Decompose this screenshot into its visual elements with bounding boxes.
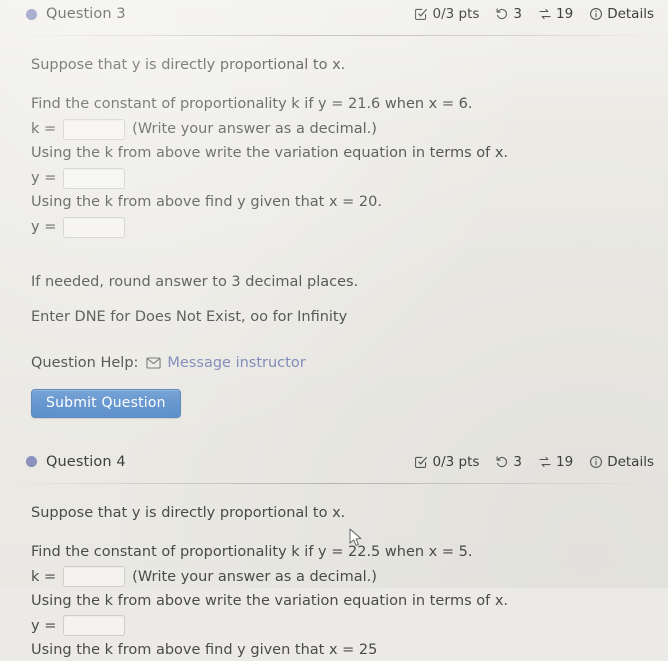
question-help-row: Question Help: Message instructor (31, 352, 654, 374)
attempts-group: 3 (494, 6, 522, 22)
question-4-header: Question 4 0/3 pts 3 19 Details (0, 450, 668, 474)
undo-circular-arrow-icon (494, 454, 509, 469)
y2-input[interactable] (63, 216, 126, 238)
question-4-title: Question 4 (46, 453, 126, 470)
question-4-title-group: Question 4 (26, 454, 126, 470)
message-instructor-link[interactable]: Message instructor (146, 352, 306, 374)
attempts-count: 3 (513, 6, 522, 22)
details-link[interactable]: Details (588, 6, 654, 22)
question-3-prompt-2: Using the k from above write the variati… (31, 145, 509, 162)
versions-count: 19 (556, 453, 574, 470)
question-status-dot-icon (26, 456, 37, 468)
question-3-intro: Suppose that y is directly proportional … (31, 57, 346, 73)
k-hint: (Write your answer as a decimal.) (132, 121, 377, 138)
question-status-dot-icon (26, 8, 37, 20)
question-3-k-row: k = (Write your answer as a decimal.) (31, 118, 654, 140)
y2-label: y = (31, 219, 57, 236)
info-circle-icon (588, 7, 603, 22)
question-3-title: Question 3 (46, 6, 126, 22)
undo-circular-arrow-icon (494, 7, 509, 22)
question-4-prompt-2: Using the k from above write the variati… (31, 592, 509, 609)
info-circle-icon (588, 454, 603, 469)
checkbox-edit-icon (413, 7, 428, 22)
assignment-page: Question 3 0/3 pts 3 19 Details Suppose … (0, 0, 668, 658)
question-block-3: Question 3 0/3 pts 3 19 Details Suppose … (0, 0, 668, 418)
rounding-note-line-1: If needed, round answer to 3 decimal pla… (31, 273, 359, 290)
details-link[interactable]: Details (588, 454, 654, 470)
score-group: 0/3 pts (413, 454, 479, 470)
question-3-header: Question 3 0/3 pts 3 19 Details (0, 2, 668, 26)
question-4-k-row: k = (Write your answer as a decimal.) (31, 566, 654, 588)
k-hint: (Write your answer as a decimal.) (132, 568, 377, 585)
attempts-group: 3 (494, 454, 522, 470)
attempts-count: 3 (513, 453, 522, 470)
y1-label: y = (31, 617, 57, 634)
envelope-icon (146, 357, 161, 369)
question-3-title-group: Question 3 (26, 6, 126, 22)
question-4-body: Suppose that y is directly proportional … (0, 484, 668, 661)
message-instructor-label: Message instructor (167, 354, 306, 371)
rounding-note-line-2: Enter DNE for Does Not Exist, oo for Inf… (31, 309, 348, 326)
k-input[interactable] (63, 118, 126, 140)
details-label: Details (607, 453, 654, 470)
versions-count: 19 (556, 6, 574, 22)
shuffle-swap-icon (537, 7, 552, 22)
details-label: Details (607, 6, 654, 22)
question-4-meta: 0/3 pts 3 19 Details (413, 454, 654, 470)
score-text: 0/3 pts (432, 453, 480, 470)
k-label: k = (31, 121, 57, 138)
question-3-prompt-1: Find the constant of proportionality k i… (31, 96, 473, 113)
question-3-y2-row: y = (31, 216, 654, 238)
submit-question-button-3[interactable]: Submit Question (31, 388, 181, 418)
versions-group: 19 (537, 6, 573, 22)
k-input[interactable] (63, 566, 126, 588)
question-3-body: Suppose that y is directly proportional … (0, 36, 668, 418)
k-label: k = (31, 568, 57, 585)
question-4-y1-row: y = (31, 615, 654, 637)
shuffle-swap-icon (537, 454, 552, 469)
question-3-meta: 0/3 pts 3 19 Details (413, 6, 654, 22)
y1-input[interactable] (63, 615, 126, 637)
y1-input[interactable] (63, 167, 126, 189)
question-block-4: Question 4 0/3 pts 3 19 Details Suppose … (0, 450, 668, 661)
question-3-prompt-3: Using the k from above find y given that… (31, 194, 382, 211)
score-group: 0/3 pts (413, 6, 479, 22)
score-text: 0/3 pts (432, 6, 480, 22)
y1-label: y = (31, 170, 57, 187)
checkbox-edit-icon (413, 454, 428, 469)
versions-group: 19 (537, 454, 573, 470)
question-4-prompt-1: Find the constant of proportionality k i… (31, 543, 473, 560)
question-3-y1-row: y = (31, 167, 654, 189)
question-4-prompt-3: Using the k from above find y given that… (31, 641, 378, 658)
question-help-label: Question Help: (31, 354, 139, 371)
question-4-intro: Suppose that y is directly proportional … (31, 504, 346, 521)
